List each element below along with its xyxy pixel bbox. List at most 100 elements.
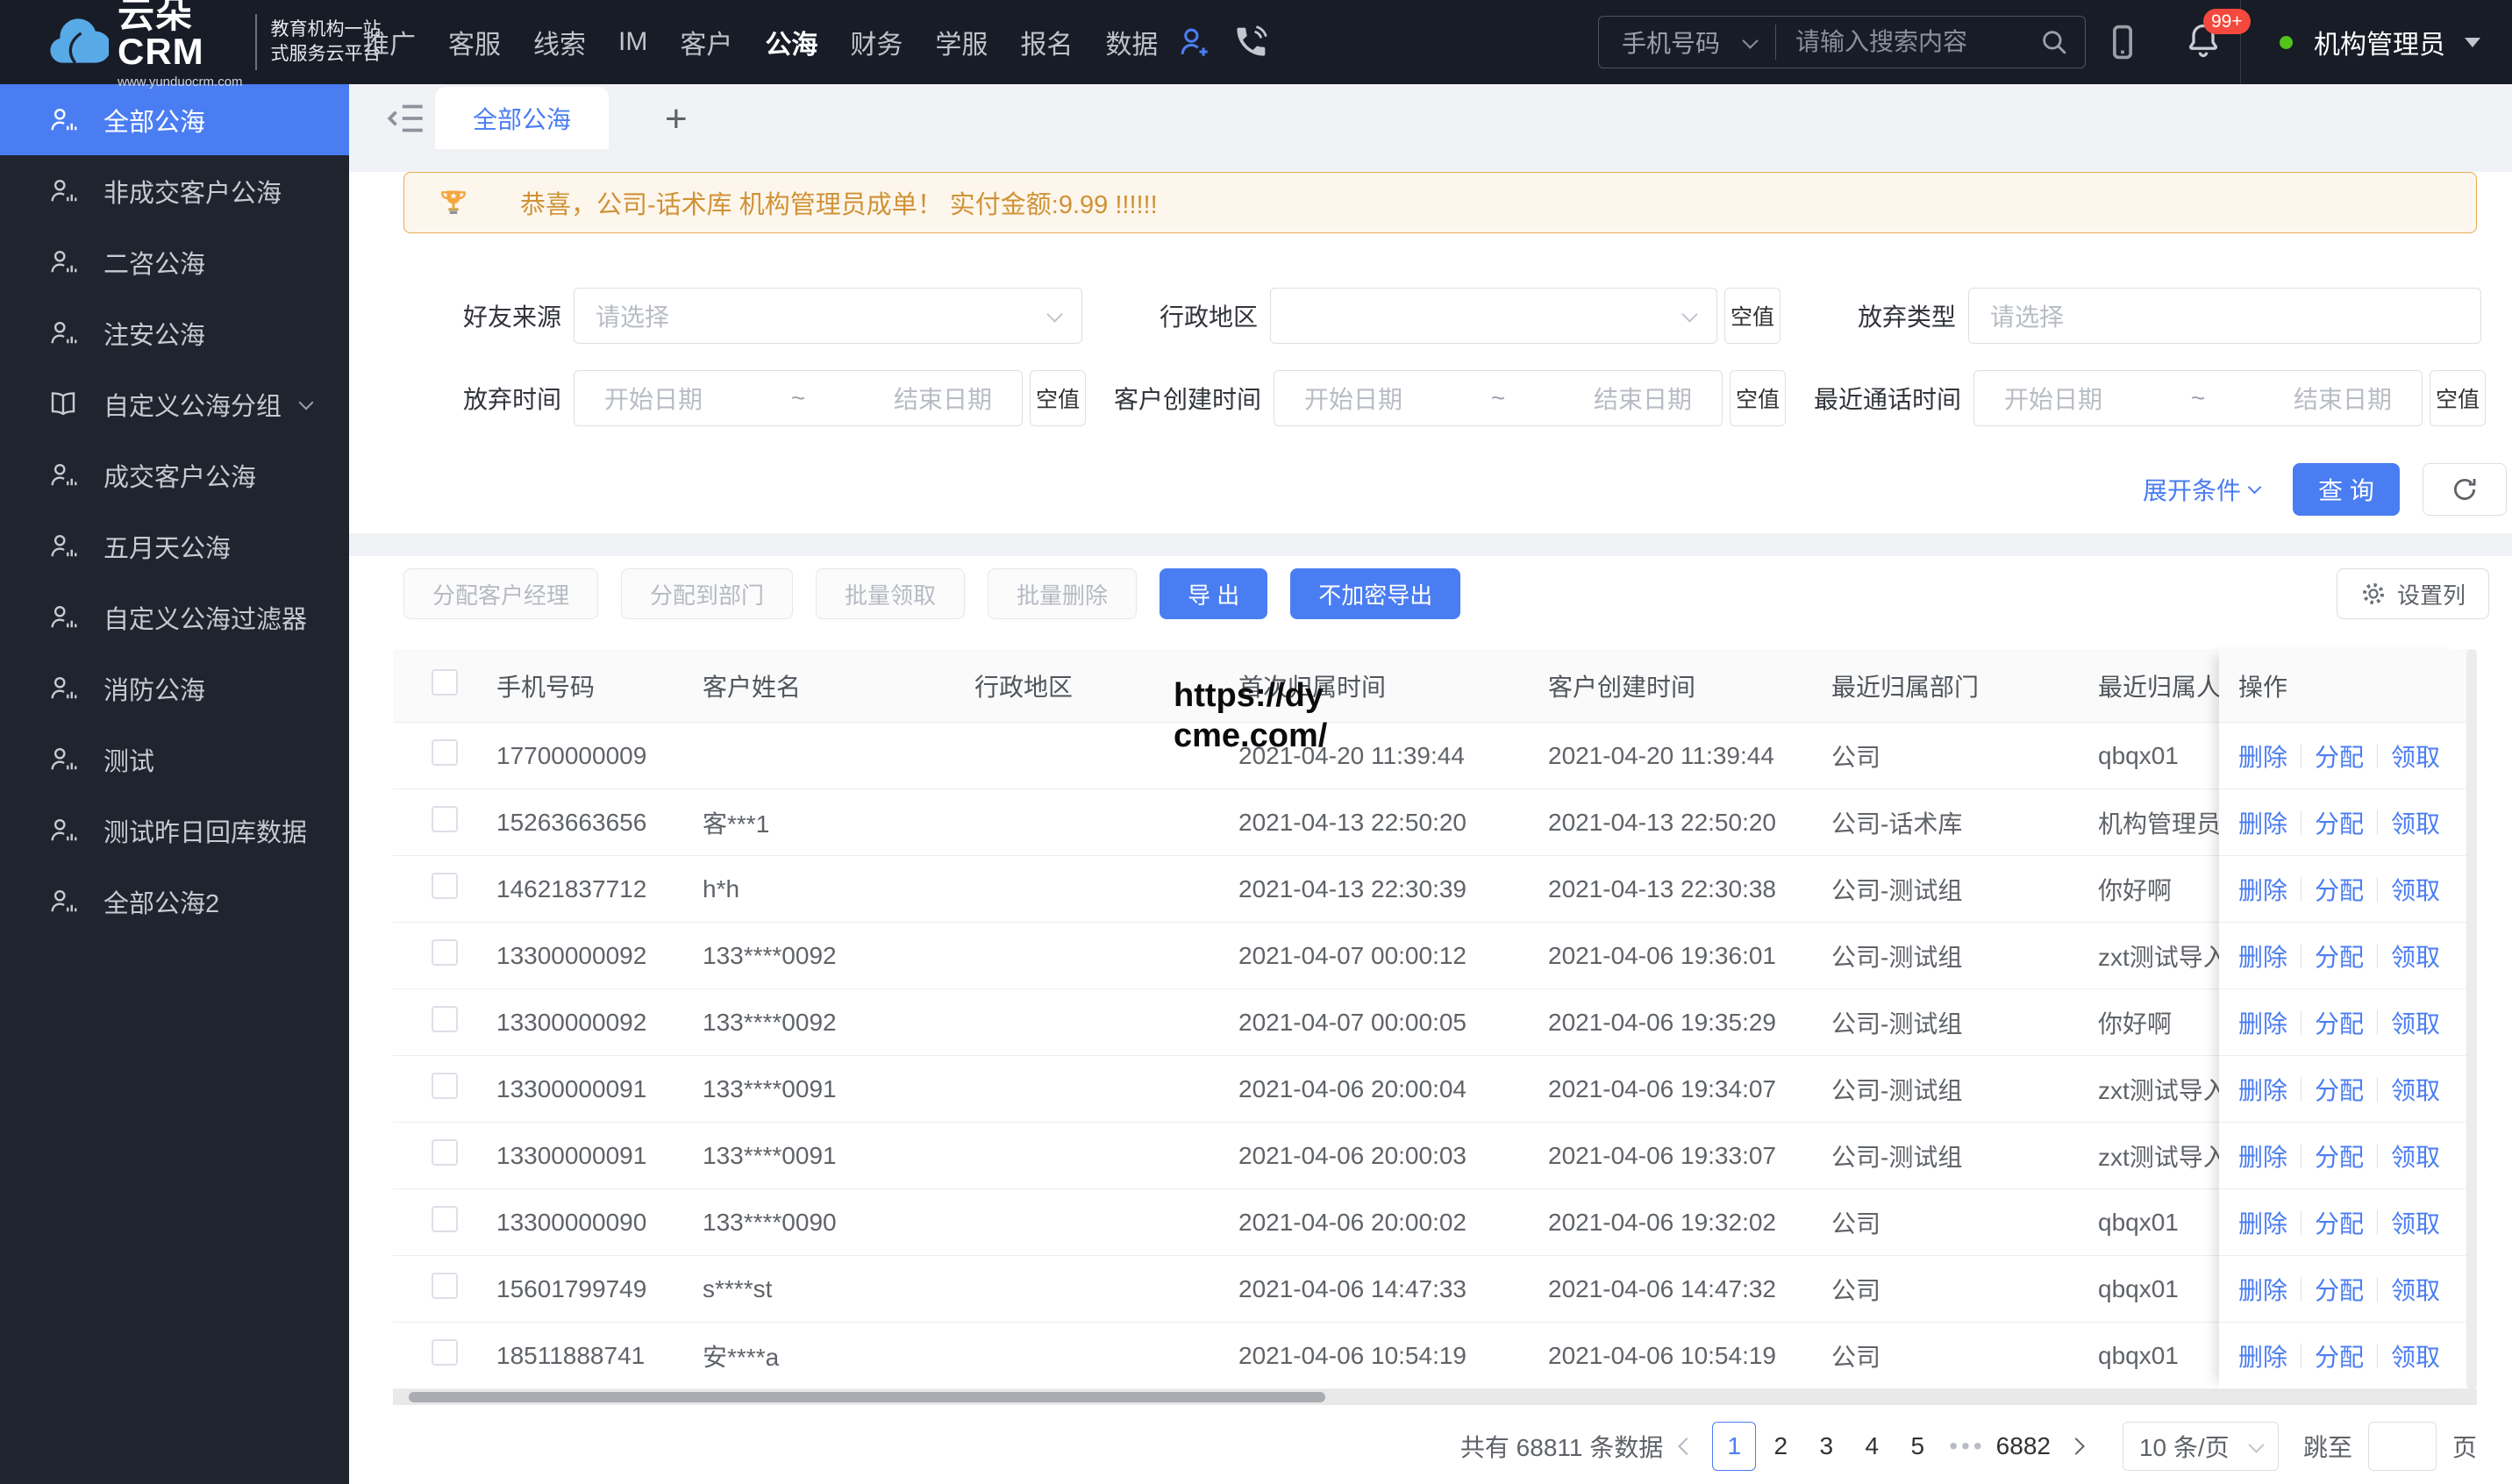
abandon-time-range[interactable]: 开始日期 ~ 结束日期 <box>574 370 1023 426</box>
page-number[interactable]: 2 <box>1759 1432 1802 1460</box>
notifications[interactable]: 99+ <box>2184 8 2251 64</box>
export-plain-button[interactable]: 不加密导出 <box>1290 568 1461 619</box>
top-nav-item[interactable]: IM <box>618 27 647 57</box>
claim-link[interactable]: 领取 <box>2391 1272 2440 1307</box>
sidebar-item[interactable]: 注安公海 <box>0 297 349 368</box>
claim-link[interactable]: 领取 <box>2391 738 2440 774</box>
assign-manager-button[interactable]: 分配客户经理 <box>403 568 599 619</box>
delete-link[interactable]: 删除 <box>2238 1138 2287 1174</box>
page-ellipsis[interactable]: ••• <box>1949 1432 1985 1460</box>
row-checkbox[interactable] <box>432 1139 458 1166</box>
claim-link[interactable]: 领取 <box>2391 872 2440 907</box>
assign-link[interactable]: 分配 <box>2315 1138 2364 1174</box>
vertical-scrollbar[interactable] <box>2466 649 2477 1389</box>
page-number[interactable]: 3 <box>1805 1432 1847 1460</box>
sidebar-item[interactable]: 非成交客户公海 <box>0 155 349 226</box>
row-checkbox[interactable] <box>432 1006 458 1032</box>
top-nav-item[interactable]: 数据 <box>1105 23 1158 61</box>
sidebar-item[interactable]: 全部公海2 <box>0 866 349 937</box>
row-checkbox[interactable] <box>432 1339 458 1366</box>
row-checkbox[interactable] <box>432 1206 458 1232</box>
assign-dept-button[interactable]: 分配到部门 <box>621 568 794 619</box>
add-tab-button[interactable]: + <box>665 100 688 139</box>
batch-claim-button[interactable]: 批量领取 <box>816 568 966 619</box>
collapse-sidebar-icon[interactable] <box>384 96 428 140</box>
assign-link[interactable]: 分配 <box>2315 1338 2364 1373</box>
row-checkbox[interactable] <box>432 739 458 766</box>
delete-link[interactable]: 删除 <box>2238 1205 2287 1240</box>
claim-link[interactable]: 领取 <box>2391 1072 2440 1107</box>
export-button[interactable]: 导 出 <box>1160 568 1268 619</box>
sidebar-item[interactable]: 消防公海 <box>0 653 349 724</box>
last-page-number[interactable]: 6882 <box>1996 1432 2051 1460</box>
sidebar-item[interactable]: 全部公海 <box>0 84 349 155</box>
tab-all-pool[interactable]: 全部公海 <box>435 87 609 149</box>
search-icon[interactable] <box>2039 27 2069 57</box>
sidebar-item[interactable]: 自定义公海过滤器 <box>0 581 349 653</box>
delete-link[interactable]: 删除 <box>2238 1272 2287 1307</box>
top-nav-item[interactable]: 学服 <box>935 23 988 61</box>
assign-link[interactable]: 分配 <box>2315 1272 2364 1307</box>
expand-conditions-link[interactable]: 展开条件 <box>2143 472 2262 507</box>
row-checkbox[interactable] <box>432 1073 458 1099</box>
create-time-range[interactable]: 开始日期 ~ 结束日期 <box>1274 370 1723 426</box>
create-time-empty-button[interactable]: 空值 <box>1730 370 1786 426</box>
page-number[interactable]: 4 <box>1851 1432 1893 1460</box>
scrollbar-thumb[interactable] <box>409 1392 1325 1402</box>
sidebar-item[interactable]: 五月天公海 <box>0 510 349 581</box>
assign-link[interactable]: 分配 <box>2315 1005 2364 1040</box>
delete-link[interactable]: 删除 <box>2238 872 2287 907</box>
page-number[interactable]: 1 <box>1712 1422 1757 1471</box>
delete-link[interactable]: 删除 <box>2238 805 2287 840</box>
column-settings-button[interactable]: 设置列 <box>2336 568 2489 619</box>
last-call-time-empty-button[interactable]: 空值 <box>2430 370 2486 426</box>
delete-link[interactable]: 删除 <box>2238 1005 2287 1040</box>
claim-link[interactable]: 领取 <box>2391 1138 2440 1174</box>
assign-link[interactable]: 分配 <box>2315 938 2364 974</box>
delete-link[interactable]: 删除 <box>2238 738 2287 774</box>
sidebar-item[interactable]: 二咨公海 <box>0 226 349 297</box>
user-menu[interactable]: 机构管理员 <box>2280 23 2480 61</box>
row-checkbox[interactable] <box>432 806 458 832</box>
region-select[interactable] <box>1270 288 1717 344</box>
last-call-time-range[interactable]: 开始日期 ~ 结束日期 <box>1973 370 2423 426</box>
top-nav-item[interactable]: 客户 <box>680 23 732 61</box>
search-category[interactable]: 手机号码 <box>1622 25 1720 60</box>
top-nav-item[interactable]: 客服 <box>448 23 501 61</box>
next-page-icon[interactable] <box>2067 1438 2085 1455</box>
region-empty-button[interactable]: 空值 <box>1724 288 1781 344</box>
top-nav-item[interactable]: 报名 <box>1020 23 1073 61</box>
mobile-device-icon[interactable] <box>2103 23 2142 61</box>
sidebar-item[interactable]: 自定义公海分组 <box>0 368 349 439</box>
delete-link[interactable]: 删除 <box>2238 1072 2287 1107</box>
sidebar-item[interactable]: 测试 <box>0 724 349 795</box>
batch-delete-button[interactable]: 批量删除 <box>988 568 1138 619</box>
claim-link[interactable]: 领取 <box>2391 938 2440 974</box>
refresh-button[interactable] <box>2423 463 2507 516</box>
row-checkbox[interactable] <box>432 873 458 899</box>
select-all-checkbox[interactable] <box>432 669 458 696</box>
sidebar-item[interactable]: 测试昨日回库数据 <box>0 795 349 866</box>
friend-source-select[interactable]: 请选择 <box>574 288 1082 344</box>
prev-page-icon[interactable] <box>1678 1438 1696 1455</box>
phone-call-icon[interactable] <box>1231 23 1270 61</box>
jump-page-input[interactable] <box>2367 1422 2437 1471</box>
assign-link[interactable]: 分配 <box>2315 872 2364 907</box>
assign-link[interactable]: 分配 <box>2315 738 2364 774</box>
delete-link[interactable]: 删除 <box>2238 938 2287 974</box>
delete-link[interactable]: 删除 <box>2238 1338 2287 1373</box>
query-button[interactable]: 查 询 <box>2293 463 2400 516</box>
row-checkbox[interactable] <box>432 1273 458 1299</box>
claim-link[interactable]: 领取 <box>2391 805 2440 840</box>
assign-link[interactable]: 分配 <box>2315 1072 2364 1107</box>
top-nav-item[interactable]: 线索 <box>533 23 586 61</box>
add-contact-icon[interactable] <box>1175 23 1214 61</box>
top-nav-item[interactable]: 财务 <box>850 23 903 61</box>
abandon-time-empty-button[interactable]: 空值 <box>1030 370 1086 426</box>
sidebar-item[interactable]: 成交客户公海 <box>0 439 349 510</box>
claim-link[interactable]: 领取 <box>2391 1205 2440 1240</box>
assign-link[interactable]: 分配 <box>2315 1205 2364 1240</box>
claim-link[interactable]: 领取 <box>2391 1338 2440 1373</box>
assign-link[interactable]: 分配 <box>2315 805 2364 840</box>
top-nav-item[interactable]: 公海 <box>765 23 817 61</box>
